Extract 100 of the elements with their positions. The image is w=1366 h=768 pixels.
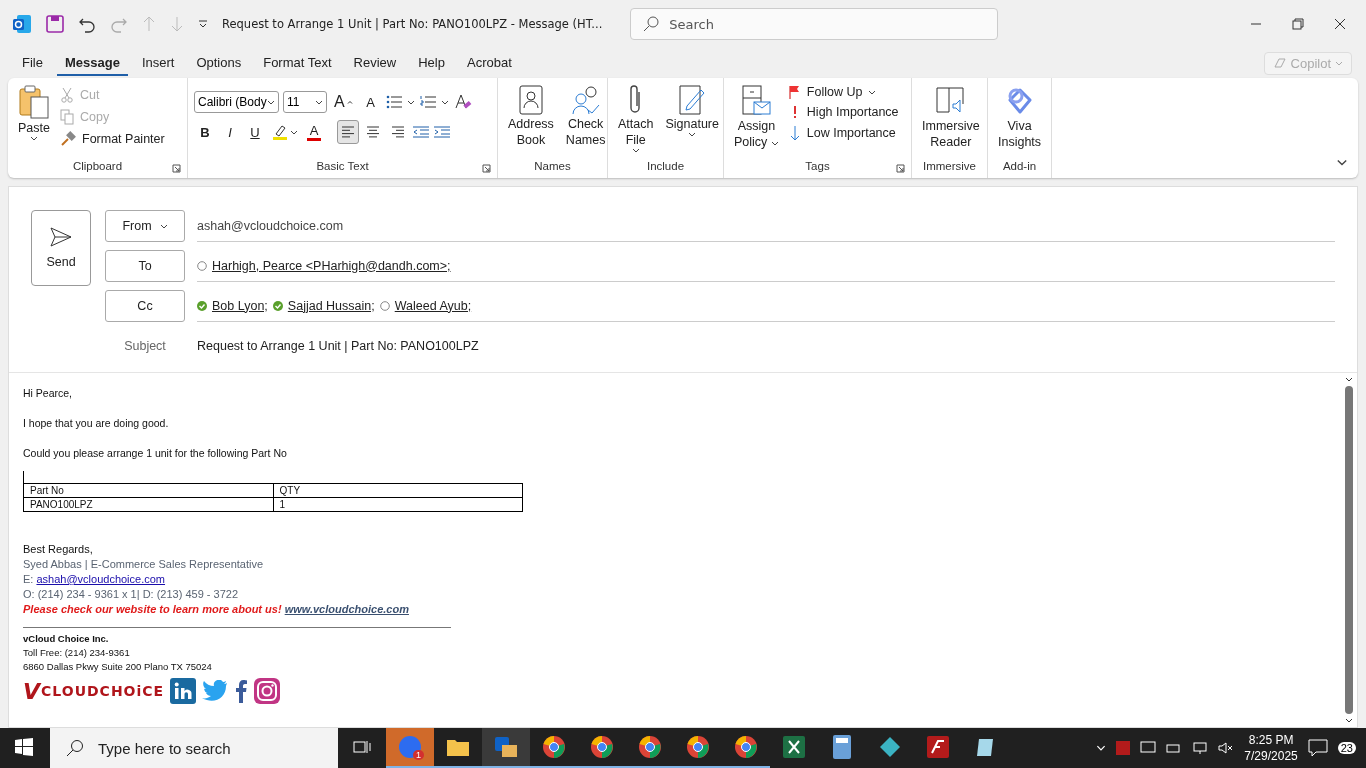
promo-text: Please check our website to learn more about us! (23, 603, 282, 615)
company-name: vCloud Choice Inc. (23, 632, 110, 646)
tag-button[interactable]: High Importance (786, 102, 901, 122)
browser-icon (734, 735, 758, 759)
ribbon-tab[interactable]: Insert (133, 50, 183, 76)
table-cell: Part No (23, 483, 273, 498)
email-link[interactable]: ashah@vcloudchoice.com (36, 573, 166, 585)
cc-field[interactable]: Bob Lyon; Sajjad Hussain; Waleed Ayub; (197, 290, 1335, 322)
bird-icon (202, 680, 229, 702)
ribbon-tab[interactable]: Format Text (255, 50, 340, 76)
align-button[interactable] (337, 120, 359, 144)
ribbon-tab[interactable]: Help (410, 50, 453, 76)
recipient[interactable]: Sajjad Hussain; (287, 298, 375, 313)
group-label: Names (533, 160, 572, 174)
caret-icon (30, 136, 38, 141)
group-label: Add-in (1001, 160, 1038, 174)
include-button[interactable]: Attach File (614, 82, 658, 160)
up-arrow-icon (142, 15, 156, 33)
decrease-indent-icon (412, 125, 430, 139)
clipboard-button[interactable]: Format Painter (58, 128, 167, 150)
monitor-icon (1140, 741, 1157, 755)
text-style-button[interactable]: B (194, 120, 216, 144)
notification-count: 23 (1337, 742, 1356, 754)
align-icon (390, 125, 406, 139)
search-field[interactable]: Search (630, 8, 999, 40)
font-color-button[interactable]: A (304, 120, 334, 144)
text-style-button[interactable]: U (244, 120, 266, 144)
instagram-icon (254, 678, 281, 704)
immersive-reader-button[interactable]: Immersive Reader (918, 82, 984, 160)
signature-name: Syed Abbas | E-Commerce Sales Representative (23, 557, 265, 572)
increase-indent-icon (433, 125, 451, 139)
caret-icon (290, 129, 298, 135)
send-button[interactable]: Send (31, 210, 91, 286)
include-button[interactable]: Signature (661, 82, 723, 160)
dialog-launcher-icon[interactable] (896, 164, 905, 173)
to-button[interactable]: To (105, 250, 185, 282)
website-link[interactable]: www.vcloudchoice.com (284, 603, 409, 615)
cc-button[interactable]: Cc (105, 290, 185, 322)
dialog-launcher-icon[interactable] (172, 164, 181, 173)
browser-icon (686, 735, 710, 759)
people-check-icon (569, 84, 602, 116)
ribbon-tab[interactable]: Review (345, 50, 405, 76)
brush-icon (60, 131, 76, 147)
copy-icon (60, 109, 74, 125)
from-field[interactable]: ashah@vcloudchoice.com (197, 210, 1335, 242)
align-icon (340, 125, 356, 139)
ribbon-tab[interactable]: Message (56, 50, 128, 76)
ribbon-tab[interactable]: Acrobat (458, 50, 520, 76)
browser-icon (590, 735, 614, 759)
facebook-icon (234, 679, 249, 703)
viva-insights-button[interactable]: Viva Insights (994, 82, 1046, 160)
window-title: Request to Arrange 1 Unit | Part No: PANO100LPZ - Message (HT... (222, 16, 604, 32)
speaker-muted-icon (1218, 741, 1235, 755)
names-button[interactable]: Address Book (504, 82, 558, 160)
ftp-app-icon (927, 736, 949, 758)
ribbon-tab[interactable]: File (14, 50, 51, 76)
taskbar-search-field[interactable]: Type here to search (50, 728, 338, 768)
customize-icon (198, 19, 208, 29)
tag-button[interactable]: Follow Up (786, 82, 901, 102)
shrink-font-button[interactable]: A (359, 90, 382, 114)
dialog-launcher-icon[interactable] (482, 164, 491, 173)
browser-icon (542, 735, 566, 759)
font-size-field[interactable]: 11 (283, 91, 327, 113)
recipient[interactable]: Harhigh, Pearce <PHarhigh@dandh.com>; (212, 258, 451, 273)
text-style-button[interactable]: I (219, 120, 241, 144)
tag-button[interactable]: Low Importance (786, 122, 901, 144)
down-arrow-icon (170, 15, 184, 33)
clipboard-icon (18, 84, 50, 120)
taskbar-app[interactable] (482, 728, 530, 768)
group-label: Immersive (922, 160, 977, 174)
table-cell: 1 (273, 497, 523, 512)
toll-free-text: Toll Free: (214) 234-9361 (23, 646, 131, 660)
up-caret-icon (346, 100, 353, 104)
caret-icon (1335, 60, 1343, 66)
clock[interactable]: 8:25 PM 7/29/2025 (1244, 732, 1298, 764)
windows-logo-icon (15, 738, 33, 756)
subject-field[interactable]: Request to Arrange 1 Unit | Part No: PANO100LPZ (197, 330, 1335, 362)
caret-icon (159, 223, 168, 229)
ftp-tray-icon (1116, 741, 1131, 755)
group-label: Clipboard (14, 160, 181, 178)
font-name-field[interactable]: Calibri (Body (194, 91, 279, 113)
scissors-icon (60, 87, 74, 103)
grow-font-button[interactable]: A (331, 90, 356, 114)
send-icon (50, 227, 72, 247)
clear-formatting-icon (453, 93, 472, 111)
paste-button[interactable]: Paste (14, 82, 54, 160)
body-text: I hope that you are doing good. (23, 417, 170, 429)
recipient[interactable]: Bob Lyon; (212, 298, 268, 313)
group-label: Include (645, 160, 686, 174)
names-button[interactable]: Check Names (561, 82, 610, 160)
assign-policy-button[interactable]: Assign Policy (730, 82, 783, 160)
to-field[interactable]: Harhigh, Pearce <PHarhigh@dandh.com>; (197, 250, 1335, 282)
table-cell: PANO100LPZ (23, 497, 273, 512)
search-icon (66, 739, 84, 757)
recipient[interactable]: Waleed Ayub; (394, 298, 472, 313)
cabinet-mail-icon (740, 84, 773, 118)
taskbar-app[interactable]: 1 (386, 728, 434, 768)
ribbon-tab[interactable]: Options (188, 50, 250, 76)
group-label: Tags (730, 160, 905, 178)
from-button[interactable]: From (105, 210, 185, 242)
